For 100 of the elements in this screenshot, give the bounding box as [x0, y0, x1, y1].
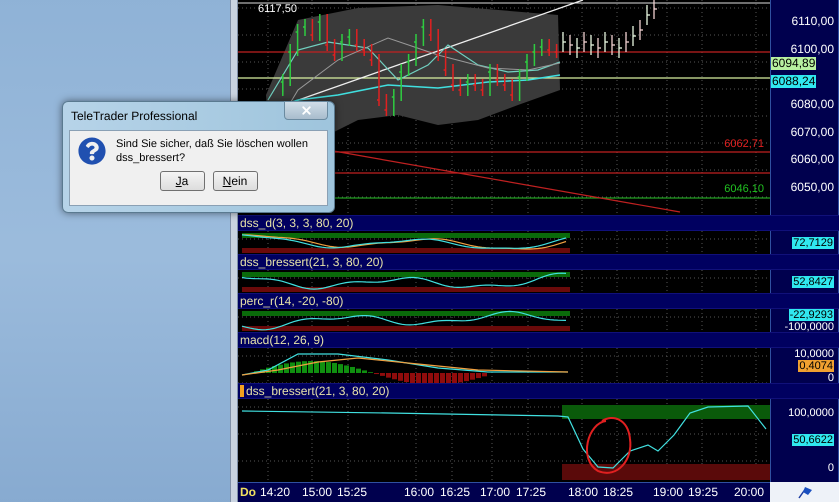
candlestick: [540, 39, 543, 56]
candlestick: [473, 74, 476, 91]
candlestick: [288, 44, 291, 86]
candlestick: [318, 14, 321, 41]
candlestick: [370, 44, 372, 66]
candlestick: [502, 74, 506, 91]
time-label: 16:00: [404, 486, 434, 499]
question-icon: [78, 137, 106, 165]
time-label: 18:25: [603, 486, 634, 499]
candlestick: [332, 39, 336, 61]
candlestick: [518, 69, 520, 101]
candlestick: [436, 29, 439, 61]
candlestick: [303, 19, 306, 36]
value-badge: 52,8427: [792, 276, 834, 288]
candlestick: [597, 38, 601, 58]
close-button[interactable]: [284, 101, 328, 120]
candlestick: [554, 44, 558, 58]
close-icon: [300, 104, 312, 117]
time-label: 19:25: [688, 486, 718, 499]
axis-tick-label: 6070,00: [790, 126, 834, 139]
indicator-title: dss_bressert(21, 3, 80, 20): [246, 384, 390, 398]
axis-tick-label: 100,0000: [788, 406, 834, 419]
candlestick: [480, 79, 484, 96]
candlestick: [347, 29, 350, 46]
candlestick: [590, 35, 594, 55]
candlestick: [399, 64, 402, 101]
time-label: 16:25: [440, 486, 470, 499]
time-label: 15:00: [302, 486, 332, 499]
indicator-header[interactable]: macd(12, 26, 9): [238, 332, 839, 348]
candlestick: [384, 94, 388, 116]
indicator-title: dss_d(3, 3, 3, 80, 20): [240, 216, 354, 230]
candlestick: [392, 89, 395, 116]
axis-tick-label: 0: [828, 372, 834, 384]
axis-tick-label: 6110,00: [792, 15, 834, 28]
candlestick: [488, 64, 491, 96]
candlestick: [458, 79, 462, 96]
candlestick: [569, 35, 573, 55]
candlestick: [611, 35, 615, 55]
dialog-title: TeleTrader Professional: [71, 109, 198, 123]
indicator-header[interactable]: dss_bressert(21, 3, 80, 20): [238, 383, 839, 399]
indicator-title: macd(12, 26, 9): [240, 334, 324, 346]
price-level-label: 6062,71: [724, 138, 764, 150]
candlestick: [362, 39, 365, 56]
axis-tick-label: -100,0000: [784, 321, 834, 333]
candlestick: [428, 19, 432, 41]
time-label: 14:20: [260, 486, 290, 499]
candlestick: [466, 74, 469, 96]
circle-annotation: [586, 417, 632, 474]
indicator-header[interactable]: dss_bressert(21, 3, 80, 20): [238, 254, 839, 270]
time-label: 17:25: [516, 486, 546, 499]
time-label: 17:00: [480, 486, 510, 499]
candlestick: [576, 38, 580, 58]
value-badge: 50,6622: [792, 434, 834, 446]
dialog-message: Sind Sie sicher, daß Sie löschen wollen dss_bressert?: [116, 137, 308, 165]
axis-tick-label: 6080,00: [790, 98, 834, 111]
candlestick: [296, 24, 298, 56]
axis-tick-label: 0: [828, 462, 834, 474]
price-level-label: 6046,10: [724, 183, 764, 195]
value-badge: -22,9293: [788, 309, 834, 321]
dialog-button[interactable]: Ja: [160, 171, 204, 191]
indicator-header[interactable]: perc_r(14, -20, -80): [238, 293, 839, 309]
candlestick: [532, 44, 536, 66]
candlestick: [377, 54, 380, 106]
time-label: 19:00: [653, 486, 684, 499]
price-level-label: 6117,50: [258, 3, 297, 15]
axis-tick-label: 6060,00: [790, 153, 834, 166]
axis-tick-label: 6100,00: [790, 43, 834, 56]
axis-tick-label: 10,0000: [794, 348, 834, 360]
candlestick: [510, 79, 513, 101]
candlestick: [495, 64, 498, 86]
day-label: Do: [240, 486, 256, 499]
candlestick: [632, 26, 636, 46]
candlestick: [653, 0, 657, 19]
candlestick: [625, 32, 629, 52]
price-badge: 6094,89: [771, 57, 816, 70]
candlestick: [354, 29, 358, 51]
candlestick: [646, 5, 650, 25]
dialog-button[interactable]: Nein: [212, 171, 258, 191]
candlestick: [604, 32, 608, 52]
time-label: 15:25: [337, 486, 368, 499]
candlestick: [444, 49, 446, 76]
time-label: 20:00: [734, 486, 764, 499]
price-badge: 6088,24: [771, 75, 816, 88]
indicator-title: perc_r(14, -20, -80): [240, 294, 344, 308]
candlestick: [451, 64, 454, 91]
candlestick: [421, 19, 424, 46]
candlestick: [562, 32, 566, 52]
candlestick: [280, 74, 284, 96]
indicator-header[interactable]: dss_d(3, 3, 3, 80, 20): [238, 215, 839, 231]
candlestick: [583, 32, 587, 52]
value-badge: 72,7129: [792, 236, 834, 248]
indicator-title: dss_bressert(21, 3, 80, 20): [240, 256, 384, 268]
candlestick: [525, 54, 528, 81]
flag-icon[interactable]: [796, 485, 812, 499]
candlestick: [310, 19, 314, 41]
axis-tick-label: 6050,00: [790, 181, 834, 194]
value-badge: 0,4074: [798, 360, 834, 372]
time-label: 18:00: [568, 486, 598, 499]
candlestick: [406, 54, 410, 76]
candlestick: [340, 34, 343, 61]
